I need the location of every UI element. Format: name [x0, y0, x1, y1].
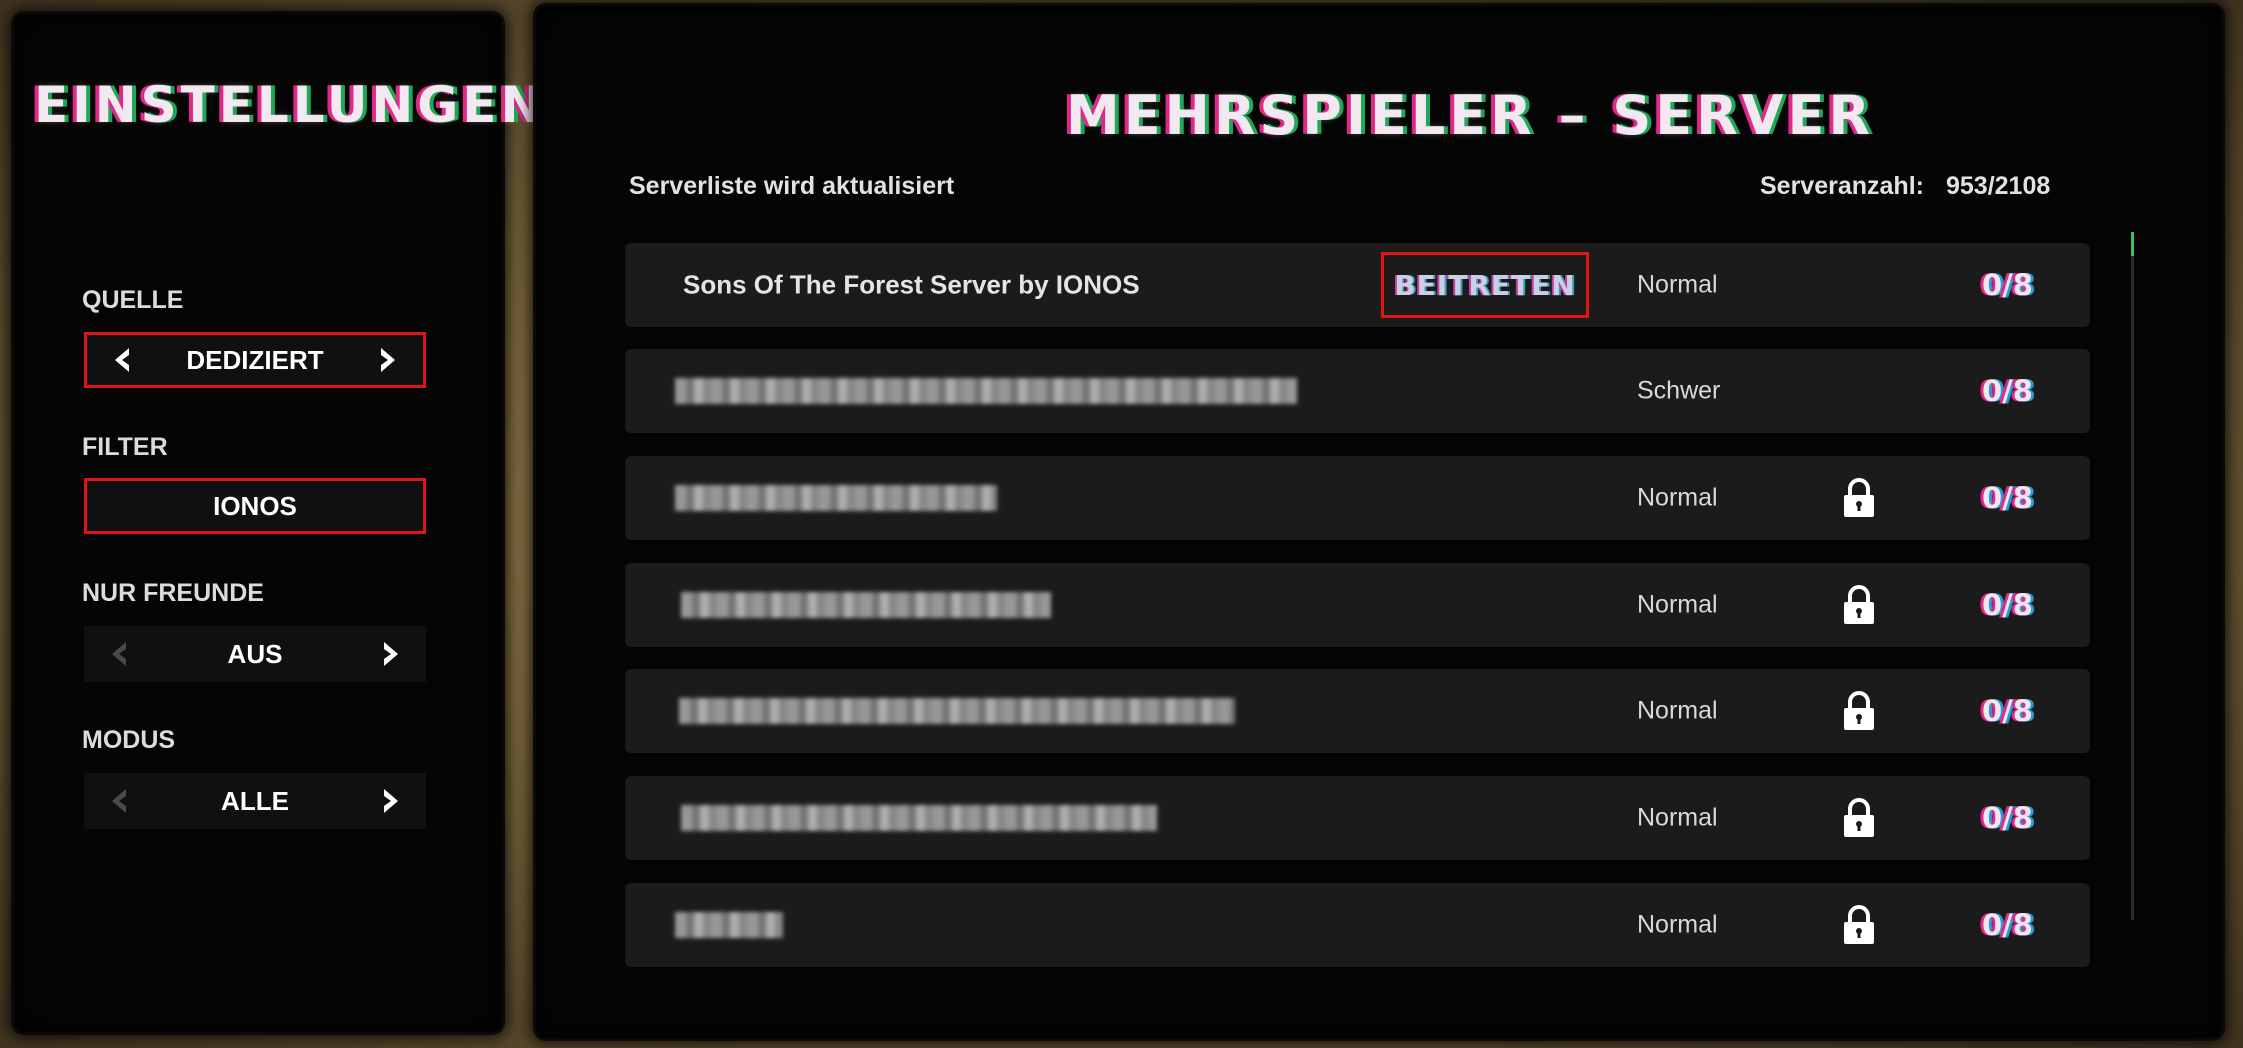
server-title: MEHRSPIELER – SERVER	[1066, 84, 1874, 147]
server-players: 0/8	[1982, 801, 2033, 835]
server-row[interactable]: Schwer 0/8	[625, 349, 2090, 433]
mode-value: ALLE	[221, 785, 289, 816]
mode-label: MODUS	[82, 726, 176, 754]
server-row[interactable]: Normal 0/8	[625, 669, 2090, 753]
source-value: DEDIZIERT	[186, 344, 324, 375]
server-row[interactable]: Normal 0/8	[625, 776, 2090, 860]
filter-value: IONOS	[213, 490, 297, 521]
refresh-status: Serverliste wird aktualisiert	[629, 172, 955, 200]
server-players: 0/8	[1982, 481, 2033, 515]
server-list-scrollbar[interactable]	[2131, 232, 2134, 920]
blurred-server-name	[675, 378, 1297, 404]
chevron-right-icon[interactable]	[374, 639, 404, 669]
source-selector[interactable]: DEDIZIERT	[84, 332, 426, 388]
friends-label: NUR FREUNDE	[82, 579, 264, 607]
server-players: 0/8	[1982, 374, 2033, 408]
server-difficulty: Schwer	[1637, 376, 1721, 405]
server-difficulty: Normal	[1637, 696, 1718, 725]
blurred-server-name	[681, 592, 1051, 618]
lock-icon	[1844, 478, 1874, 517]
server-players: 0/8	[1982, 268, 2033, 302]
lock-icon	[1844, 798, 1874, 837]
server-row[interactable]: Normal 0/8	[625, 883, 2090, 967]
chevron-right-icon[interactable]	[374, 786, 404, 816]
server-row[interactable]: Normal 0/8	[625, 563, 2090, 647]
settings-title: EINSTELLUNGEN	[34, 76, 547, 134]
server-players: 0/8	[1982, 908, 2033, 942]
lock-icon	[1844, 585, 1874, 624]
scrollbar-thumb[interactable]	[2131, 232, 2134, 256]
source-label: QUELLE	[82, 286, 184, 314]
server-difficulty: Normal	[1637, 910, 1718, 939]
blurred-server-name	[675, 485, 997, 511]
server-count-value: 953/2108	[1946, 172, 2051, 200]
server-players: 0/8	[1982, 588, 2033, 622]
server-difficulty: Normal	[1637, 803, 1718, 832]
chevron-left-icon[interactable]	[109, 345, 139, 375]
blurred-server-name	[675, 912, 783, 938]
mode-selector[interactable]: ALLE	[84, 773, 426, 829]
server-row[interactable]: Normal 0/8	[625, 456, 2090, 540]
blurred-server-name	[681, 805, 1157, 831]
server-players: 0/8	[1982, 694, 2033, 728]
chevron-right-icon[interactable]	[371, 345, 401, 375]
friends-value: AUS	[227, 638, 283, 669]
server-count-label: Serveranzahl:	[1760, 172, 1924, 200]
join-button[interactable]: BEITRETEN	[1381, 252, 1589, 318]
blurred-server-name	[679, 698, 1235, 724]
chevron-left-icon[interactable]	[106, 639, 136, 669]
chevron-left-icon[interactable]	[106, 786, 136, 816]
server-difficulty: Normal	[1637, 590, 1718, 619]
lock-icon	[1844, 691, 1874, 730]
server-name: Sons Of The Forest Server by IONOS	[683, 269, 1140, 300]
filter-input[interactable]: IONOS	[84, 478, 426, 534]
friends-selector[interactable]: AUS	[84, 626, 426, 682]
lock-icon	[1844, 905, 1874, 944]
server-row[interactable]: Sons Of The Forest Server by IONOS BEITR…	[625, 243, 2090, 327]
server-difficulty: Normal	[1637, 483, 1718, 512]
server-difficulty: Normal	[1637, 270, 1718, 299]
filter-label: FILTER	[82, 433, 168, 461]
